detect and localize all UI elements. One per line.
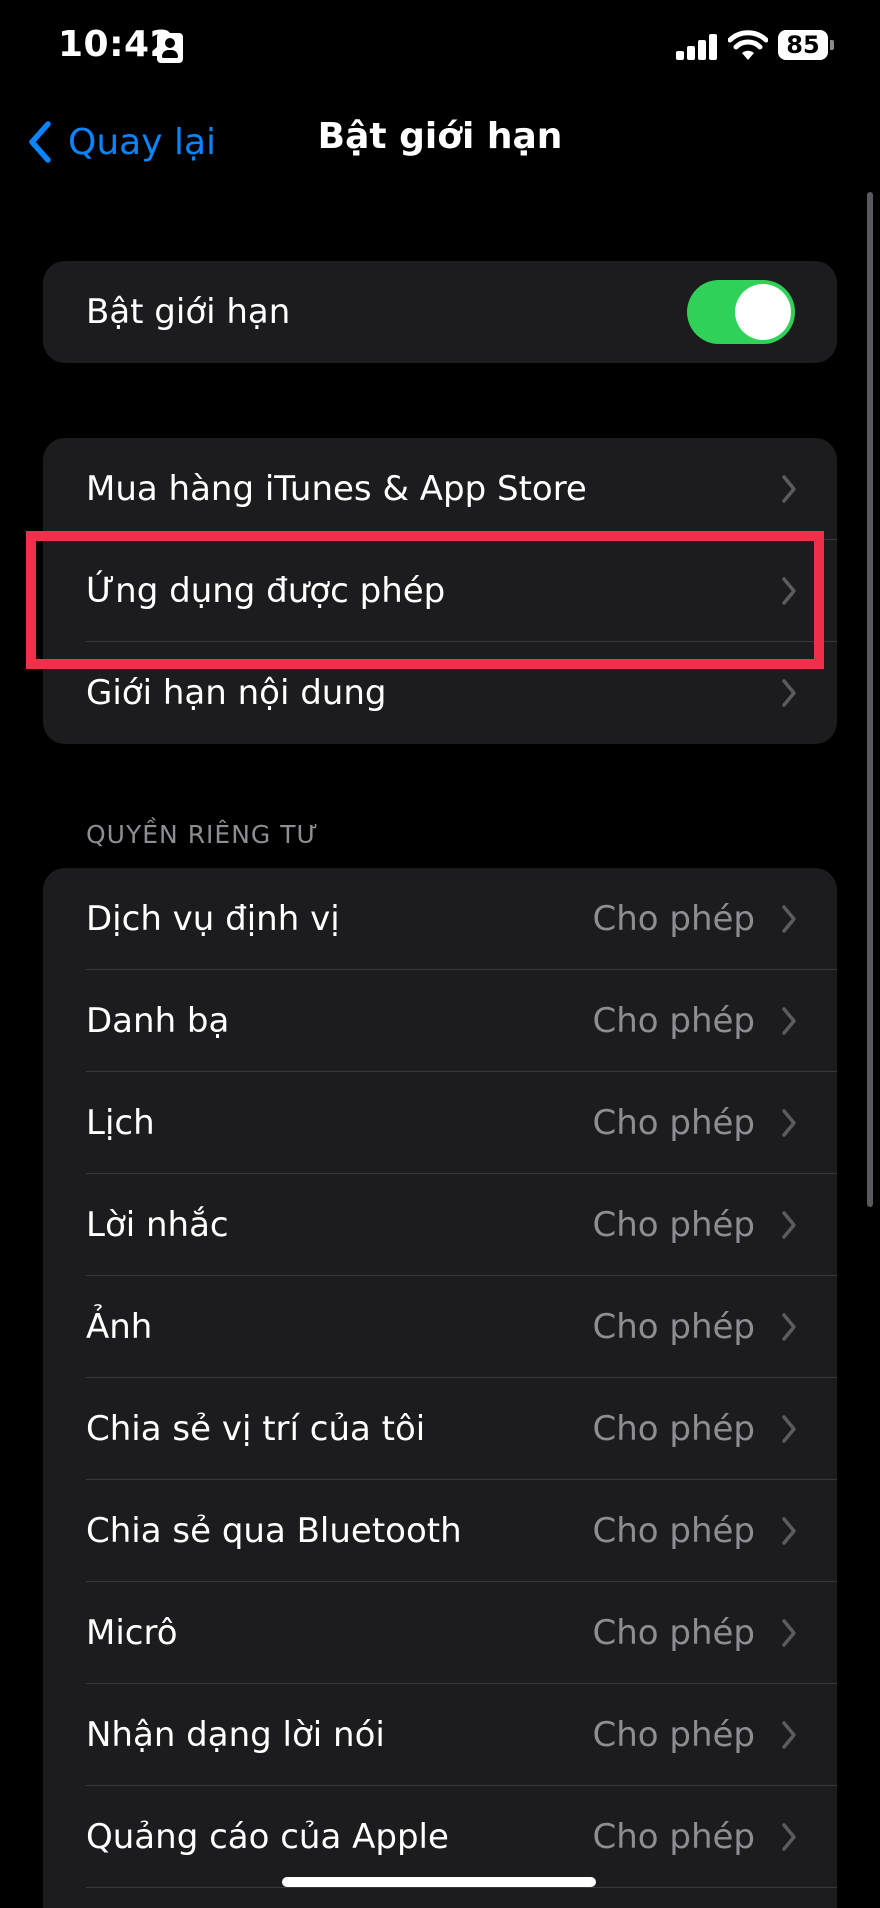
restrictions-toggle-label: Bật giới hạn: [86, 292, 291, 332]
privacy-row-reminders[interactable]: Lời nhắc Cho phép: [43, 1174, 837, 1276]
battery-level: 85: [778, 30, 828, 60]
row-label: Lịch: [86, 1103, 155, 1143]
row-label: Nhận dạng lời nói: [86, 1715, 385, 1755]
home-indicator[interactable]: [282, 1877, 596, 1887]
row-value: Cho phép: [592, 1511, 755, 1551]
chevron-right-icon: [782, 1517, 796, 1545]
privacy-row-location-services[interactable]: Dịch vụ định vị Cho phép: [43, 868, 837, 970]
chevron-right-icon: [782, 679, 796, 707]
scroll-indicator[interactable]: [867, 192, 873, 1207]
main-settings-group: Mua hàng iTunes & App Store Ứng dụng đượ…: [43, 438, 837, 744]
chevron-right-icon: [782, 1721, 796, 1749]
chevron-right-icon: [782, 475, 796, 503]
chevron-right-icon: [782, 1007, 796, 1035]
row-label: Danh bạ: [86, 1001, 230, 1041]
row-value: Cho phép: [592, 1001, 755, 1041]
row-label: Chia sẻ qua Bluetooth: [86, 1511, 462, 1551]
row-value: Cho phép: [592, 1205, 755, 1245]
row-label: Micrô: [86, 1613, 178, 1653]
status-bar: 10:42 85: [0, 0, 880, 96]
row-label: Mua hàng iTunes & App Store: [86, 469, 587, 509]
privacy-section-header: QUYỀN RIÊNG TƯ: [86, 820, 319, 849]
battery-icon: 85: [778, 30, 834, 62]
restrictions-toggle-group: Bật giới hạn: [43, 261, 837, 363]
row-value: Cho phép: [592, 1613, 755, 1653]
row-value: Cho phép: [592, 1409, 755, 1449]
contact-card-icon: [157, 33, 183, 63]
restrictions-toggle-row: Bật giới hạn: [43, 261, 837, 363]
toggle-knob: [735, 284, 791, 340]
chevron-right-icon: [782, 1313, 796, 1341]
chevron-right-icon: [782, 577, 796, 605]
chevron-right-icon: [782, 905, 796, 933]
itunes-app-store-purchases-row[interactable]: Mua hàng iTunes & App Store: [43, 438, 837, 540]
navigation-bar: Quay lại Bật giới hạn: [0, 96, 880, 186]
chevron-right-icon: [782, 1211, 796, 1239]
chevron-right-icon: [782, 1619, 796, 1647]
row-label: Ứng dụng được phép: [86, 571, 446, 611]
privacy-row-photos[interactable]: Ảnh Cho phép: [43, 1276, 837, 1378]
row-label: Dịch vụ định vị: [86, 899, 340, 939]
privacy-group: Dịch vụ định vị Cho phép Danh bạ Cho phé…: [43, 868, 837, 1908]
row-label: Chia sẻ vị trí của tôi: [86, 1409, 426, 1449]
privacy-row-bluetooth-sharing[interactable]: Chia sẻ qua Bluetooth Cho phép: [43, 1480, 837, 1582]
wifi-icon: [727, 30, 769, 62]
allowed-apps-row[interactable]: Ứng dụng được phép: [43, 540, 837, 642]
row-label: Ảnh: [86, 1307, 153, 1347]
content-restrictions-row[interactable]: Giới hạn nội dung: [43, 642, 837, 744]
privacy-row-share-my-location[interactable]: Chia sẻ vị trí của tôi Cho phép: [43, 1378, 837, 1480]
restrictions-toggle-switch[interactable]: [687, 280, 795, 344]
privacy-row-speech-recognition[interactable]: Nhận dạng lời nói Cho phép: [43, 1684, 837, 1786]
cellular-signal-icon: [676, 34, 718, 60]
row-value: Cho phép: [592, 1103, 755, 1143]
row-value: Cho phép: [592, 899, 755, 939]
chevron-right-icon: [782, 1415, 796, 1443]
row-label: Quảng cáo của Apple: [86, 1817, 449, 1857]
page-title: Bật giới hạn: [317, 116, 563, 157]
privacy-row-calendars[interactable]: Lịch Cho phép: [43, 1072, 837, 1174]
row-value: Cho phép: [592, 1715, 755, 1755]
row-label: Giới hạn nội dung: [86, 673, 387, 713]
privacy-row-apple-advertising[interactable]: Quảng cáo của Apple Cho phép: [43, 1786, 837, 1888]
row-value: Cho phép: [592, 1817, 755, 1857]
row-value: Cho phép: [592, 1307, 755, 1347]
row-label: Lời nhắc: [86, 1205, 229, 1245]
chevron-right-icon: [782, 1109, 796, 1137]
privacy-row-microphone[interactable]: Micrô Cho phép: [43, 1582, 837, 1684]
privacy-row-contacts[interactable]: Danh bạ Cho phép: [43, 970, 837, 1072]
chevron-right-icon: [782, 1823, 796, 1851]
